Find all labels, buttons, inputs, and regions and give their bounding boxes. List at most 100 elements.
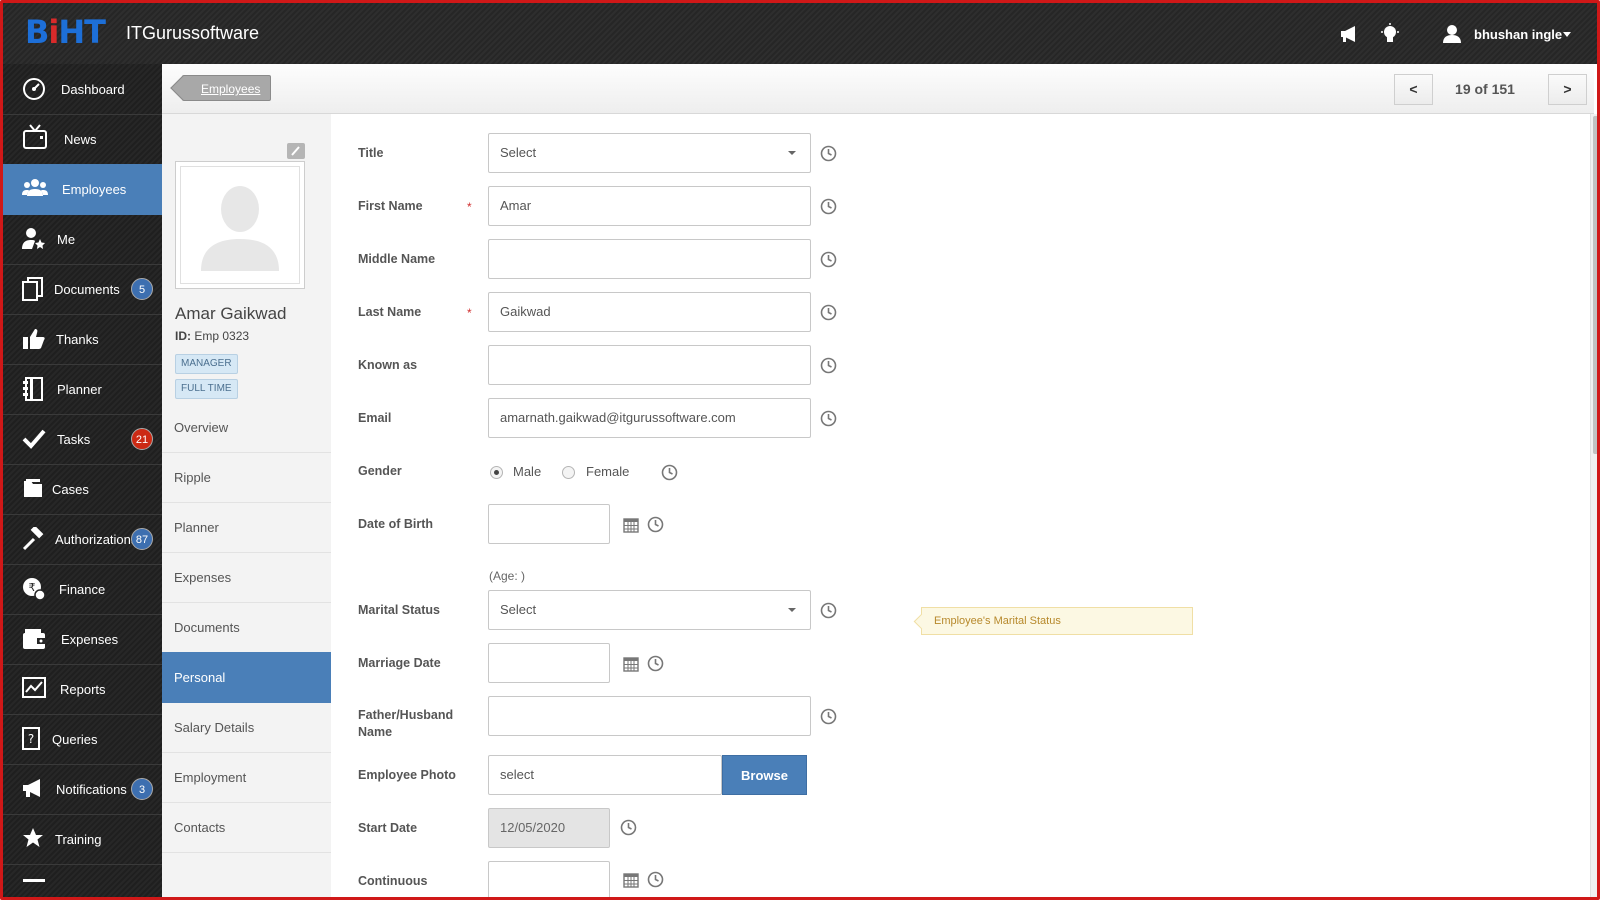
marital-status-label: Marital Status (358, 603, 440, 617)
history-clock-icon[interactable] (647, 871, 664, 888)
sidebar-item-cases[interactable]: Cases (3, 464, 162, 515)
marital-status-tooltip: Employee's Marital Status (921, 607, 1193, 635)
profile-menu-label: Personal (174, 670, 226, 685)
continuous-date-input[interactable] (488, 861, 610, 897)
lightbulb-icon[interactable] (1379, 23, 1401, 45)
profile-menu-expenses[interactable]: Expenses (162, 552, 331, 603)
sidebar-item-tasks[interactable]: Tasks 21 (3, 414, 162, 465)
history-clock-icon[interactable] (820, 251, 837, 268)
svg-text:₹: ₹ (29, 581, 36, 594)
user-menu[interactable]: bhushan ingle (1474, 27, 1562, 42)
sidebar-item-authorizations[interactable]: Authorizations 87 (3, 514, 162, 565)
history-clock-icon[interactable] (820, 304, 837, 321)
father-husband-name-label: Father/Husband Name (358, 707, 453, 741)
history-clock-icon[interactable] (820, 602, 837, 619)
marital-status-select[interactable]: Select (488, 590, 811, 630)
sidebar-item-more[interactable] (3, 864, 162, 897)
dashboard-icon (22, 77, 46, 101)
start-date-input: 12/05/2020 (488, 808, 610, 848)
gavel-icon (22, 525, 46, 551)
edit-icon[interactable] (287, 143, 305, 159)
calendar-icon[interactable] (623, 872, 639, 888)
breadcrumb-employees[interactable]: Employees (182, 75, 272, 101)
gender-male-radio[interactable] (490, 466, 503, 479)
first-name-input[interactable]: Amar (488, 186, 811, 226)
middle-name-input[interactable] (488, 239, 811, 279)
megaphone-icon (22, 777, 46, 801)
sidebar-item-expenses[interactable]: Expenses (3, 614, 162, 665)
required-indicator: * (467, 306, 472, 320)
sidebar-item-thanks[interactable]: Thanks (3, 314, 162, 365)
profile-menu-employment[interactable]: Employment (162, 752, 331, 803)
history-clock-icon[interactable] (647, 516, 664, 533)
role-tag: MANAGER (175, 354, 238, 374)
gender-label: Gender (358, 464, 402, 478)
profile-menu-ripple[interactable]: Ripple (162, 452, 331, 503)
employee-id-value: Emp 0323 (194, 329, 250, 343)
middle-name-label: Middle Name (358, 252, 436, 266)
profile-menu-personal[interactable]: Personal (162, 652, 331, 703)
history-clock-icon[interactable] (647, 655, 664, 672)
title-select[interactable]: Select (488, 133, 811, 173)
profile-menu-contacts[interactable]: Contacts (162, 802, 331, 853)
age-display: (Age: ) (489, 569, 526, 583)
sidebar-item-news[interactable]: News (3, 114, 162, 165)
sidebar-item-training[interactable]: Training (3, 814, 162, 865)
documents-count-badge: 5 (131, 278, 153, 300)
chevron-down-icon (788, 608, 796, 612)
sidebar-item-dashboard[interactable]: Dashboard (3, 64, 162, 115)
email-input[interactable]: amarnath.gaikwad@itgurussoftware.com (488, 398, 811, 438)
brand-logo[interactable]: BiHT (25, 16, 117, 48)
check-icon (22, 427, 46, 451)
megaphone-icon[interactable] (1339, 23, 1361, 45)
vertical-scrollbar[interactable] (1590, 114, 1597, 897)
chevron-down-icon[interactable] (1563, 32, 1571, 37)
date-of-birth-label: Date of Birth (358, 517, 433, 531)
gender-female-radio[interactable] (562, 466, 575, 479)
father-husband-name-input[interactable] (488, 696, 811, 736)
employee-name: Amar Gaikwad (175, 304, 287, 323)
tv-icon (22, 124, 47, 149)
browse-button[interactable]: Browse (722, 755, 807, 795)
sidebar-item-documents[interactable]: Documents 5 (3, 264, 162, 315)
sidebar-item-employees[interactable]: Employees (3, 164, 162, 215)
history-clock-icon[interactable] (820, 357, 837, 374)
sidebar-item-reports[interactable]: Reports (3, 664, 162, 715)
profile-menu-label: Salary Details (174, 720, 255, 735)
profile-menu-documents[interactable]: Documents (162, 602, 331, 653)
sidebar-item-me[interactable]: Me (3, 214, 162, 265)
gender-male-label[interactable]: Male (513, 464, 541, 479)
profile-menu-overview[interactable]: Overview (162, 402, 331, 453)
sidebar-item-finance[interactable]: ₹ Finance (3, 564, 162, 615)
users-icon (22, 177, 48, 201)
history-clock-icon[interactable] (661, 464, 678, 481)
history-clock-icon[interactable] (820, 145, 837, 162)
date-of-birth-input[interactable] (488, 504, 610, 544)
sidebar-item-queries[interactable]: ? Queries (3, 714, 162, 765)
history-clock-icon[interactable] (820, 410, 837, 427)
calendar-icon[interactable] (623, 656, 639, 672)
scrollbar-thumb[interactable] (1593, 116, 1597, 454)
calendar-icon[interactable] (623, 517, 639, 533)
user-icon[interactable] (1441, 23, 1463, 45)
profile-menu-salary-details[interactable]: Salary Details (162, 702, 331, 753)
next-button[interactable]: > (1548, 74, 1587, 105)
sidebar-item-notifications[interactable]: Notifications 3 (3, 764, 162, 815)
employee-photo-file-input[interactable]: select (488, 755, 722, 795)
marriage-date-input[interactable] (488, 643, 610, 683)
known-as-input[interactable] (488, 345, 811, 385)
folder-icon (22, 477, 46, 501)
avatar[interactable] (175, 161, 305, 289)
avatar-placeholder-icon (201, 186, 279, 271)
continuous-label: Continuous (358, 874, 428, 888)
history-clock-icon[interactable] (820, 198, 837, 215)
history-clock-icon[interactable] (820, 708, 837, 725)
email-label: Email (358, 411, 392, 425)
last-name-input[interactable]: Gaikwad (488, 292, 811, 332)
history-clock-icon[interactable] (620, 819, 637, 836)
pager-text: 19 of 151 (1455, 81, 1515, 97)
sidebar-item-planner[interactable]: Planner (3, 364, 162, 415)
previous-button[interactable]: < (1394, 74, 1433, 105)
gender-female-label[interactable]: Female (586, 464, 629, 479)
profile-menu-planner[interactable]: Planner (162, 502, 331, 553)
